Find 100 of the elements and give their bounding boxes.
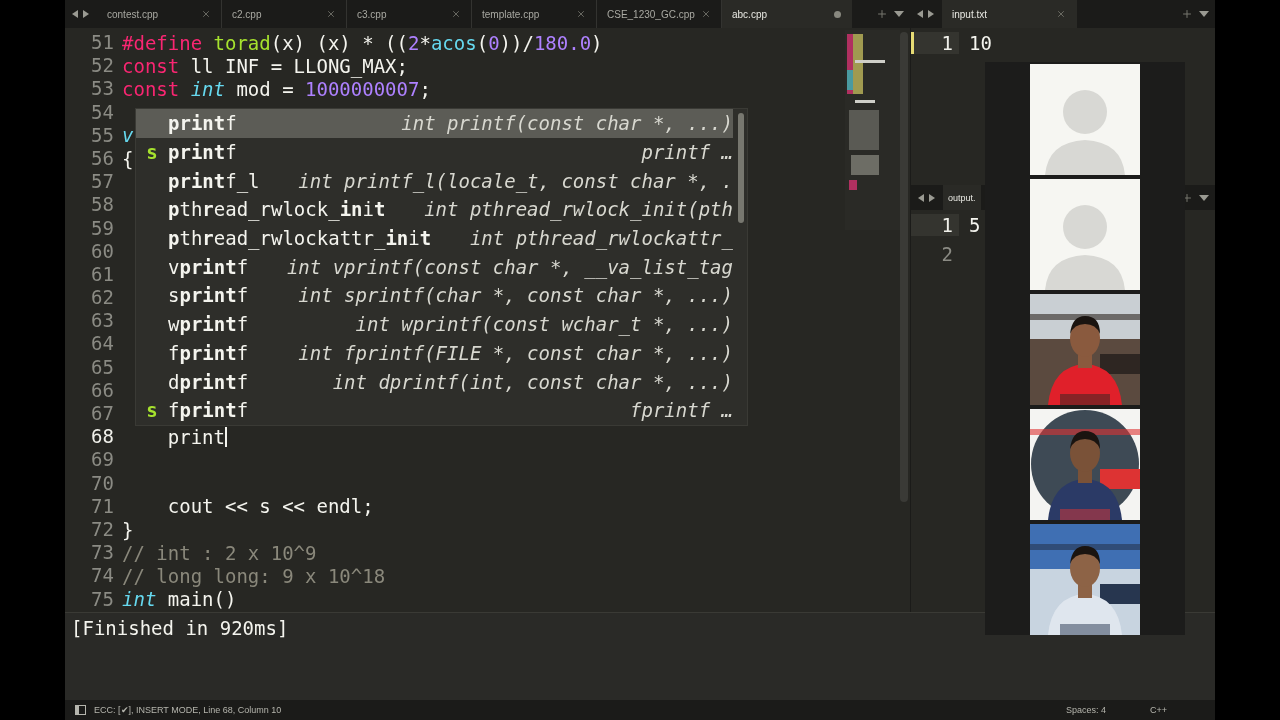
close-icon[interactable] [201,9,211,19]
code-token: 180.0 [533,31,592,54]
line-number: 58 [90,193,115,217]
completion-item[interactable]: pthread_rwlockattr_init int pthread_rwlockattr_ [136,223,733,253]
scrollbar[interactable] [738,113,744,223]
code-token: torad [212,31,271,54]
completion-item[interactable]: s printf printf … [136,137,733,167]
code-token: * [419,31,431,54]
line-number: 60 [90,239,115,263]
code-token: } [122,518,134,541]
tab-nav-arrows-icon[interactable] [917,192,937,203]
dropdown-icon[interactable] [1199,193,1209,202]
completion-name: printf [168,112,237,135]
completion-signature: int pthread_rwlock_init(pth [424,198,733,221]
completion-signature: int pthread_rwlockattr_ [469,227,733,250]
completion-signature: int dprintf(int, const char *, ...) [332,370,733,393]
plus-icon[interactable] [1181,8,1193,20]
code-token: print [166,425,225,448]
close-icon[interactable] [1056,9,1066,19]
line-number: 68 [90,425,115,449]
code-token: main() [166,588,237,611]
plus-icon[interactable] [876,8,888,20]
completion-name: fprintf [168,399,249,422]
code-token: const [122,54,180,77]
line-number: 71 [90,494,115,518]
editor-tab[interactable]: abc.cpp [722,0,852,28]
completion-item[interactable]: sprintf int sprintf(char *, const char *, ...) [136,281,733,310]
line-number: 61 [90,262,115,287]
line-number: 65 [90,355,115,379]
code-token: ; [419,77,431,100]
code-token: mod = [235,77,295,100]
completion-item[interactable]: printf int printf(const char *, ...) [136,109,733,138]
panel-toggle-icon[interactable] [75,705,86,715]
completion-item[interactable]: fprintf int fprintf(FILE *, const char *, ...) [136,338,733,368]
completion-name: vprintf [168,255,249,278]
code-token: int [122,588,157,611]
tab-nav-arrows-icon[interactable] [71,9,91,19]
completion-name: sprintf [168,284,249,307]
line-number: 67 [90,402,115,426]
code-token: // long long: 9 x 10^18 [122,564,386,587]
completion-signature: int fprintf(FILE *, const char *, ...) [298,341,733,364]
close-icon[interactable] [576,9,586,19]
line-number: 74 [90,564,115,588]
line-number: 54 [90,100,115,124]
completion-item[interactable]: dprintf int dprintf(int, const char *, ...) [136,367,733,396]
build-output: [Finished in 920ms] [71,617,289,639]
code-token: ))/ [499,31,534,54]
editor-tab[interactable]: input.txt [942,0,1077,28]
line-number: 51 [90,31,115,55]
avatar-icon [1030,64,1140,175]
editor-tab[interactable]: output. [943,185,981,210]
completion-name: dprintf [168,370,249,393]
dropdown-icon[interactable] [1199,10,1209,18]
completion-signature: int printf_l(locale_t, const char *, . [298,169,733,192]
code-token: ( [476,31,489,54]
code-token: (x) (x) * (( [270,31,408,54]
line-number: 64 [90,332,115,356]
line-number: 55 [90,123,115,147]
line-number: 70 [90,471,115,495]
code-token: { [122,147,134,170]
code-token: const [122,77,180,100]
line-number: 1 [911,31,959,54]
line-number: 1 [911,213,959,236]
code-token: // int : 2 x 10^9 [122,541,317,564]
kind-letter: s [146,141,158,164]
close-icon[interactable] [701,9,711,19]
completion-item[interactable]: wprintf int wprintf(const wchar_t *, ...) [136,309,733,339]
line-number: 63 [90,309,115,333]
completion-item[interactable]: s fprintf fprintf … [136,395,733,425]
line-number: 56 [90,146,115,171]
indentation-setting[interactable]: Spaces: 4 [1065,705,1106,715]
kind-letter: s [146,399,158,422]
line-number: 66 [90,378,115,402]
code-token: 0 [488,31,500,54]
completion-name: wprintf [168,313,249,336]
code-token: ll INF = LLONG_MAX; [189,54,408,77]
code-token: ) [591,31,603,54]
syntax-setting[interactable]: C++ [1150,705,1167,715]
line-number: 52 [90,54,115,78]
completion-item[interactable]: pthread_rwlock_init int pthread_rwlock_init(pth [136,195,733,224]
code-token: v [122,124,134,147]
close-icon[interactable] [326,9,336,19]
code-token: #define [122,31,203,54]
code-token: acos [430,31,477,54]
completion-item[interactable]: printf_l int printf_l(locale_t, const char *, . [136,166,733,196]
line-number: 72 [90,517,115,542]
tab-nav-arrows-icon[interactable] [916,9,936,19]
line-number: 59 [90,216,115,240]
line-number: 73 [90,541,115,565]
completion-item[interactable]: vprintf int vprintf(const char *, __va_list_tag [136,252,733,282]
line-number: 57 [90,170,115,194]
close-icon[interactable] [451,9,461,19]
dropdown-icon[interactable] [894,10,904,18]
completion-name: printf [168,141,237,164]
line-number: 75 [90,587,115,611]
completion-signature: fprintf … [630,399,733,422]
line-number: 2 [940,242,954,265]
code-token: 2 [408,31,420,54]
completion-name: pthread_rwlockattr_init [168,227,432,250]
file-text: 10 [969,31,992,54]
